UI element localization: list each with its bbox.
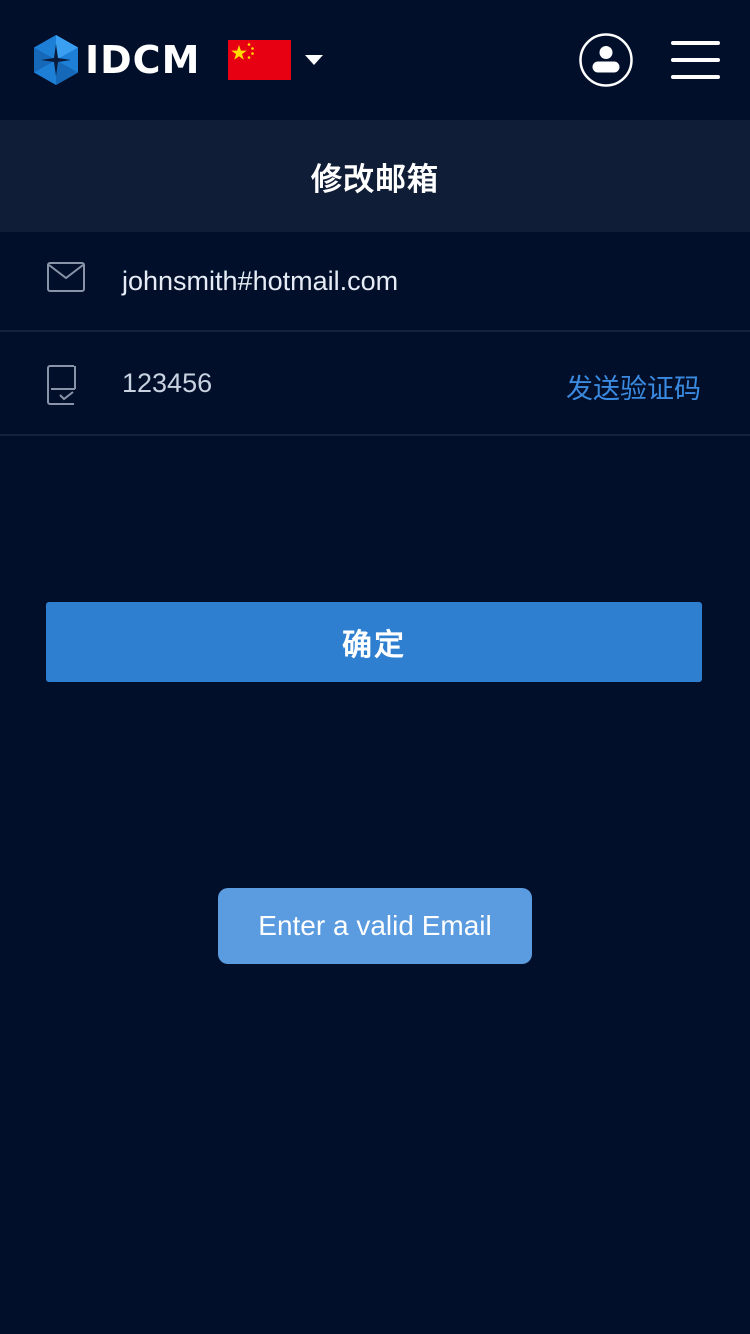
brand-name: IDCM: [85, 38, 201, 82]
user-circle-icon: [579, 33, 633, 87]
user-account-button[interactable]: [579, 33, 633, 87]
page-title-bar: 修改邮箱: [0, 120, 750, 232]
top-nav: IDCM: [0, 0, 750, 120]
envelope-icon: [47, 262, 85, 292]
verification-code-field[interactable]: 123456 发送验证码: [0, 332, 750, 436]
page-title: 修改邮箱: [311, 161, 439, 198]
toast-message: Enter a valid Email: [218, 888, 532, 964]
verification-code-value[interactable]: 123456: [122, 368, 212, 399]
main-menu-button[interactable]: [671, 41, 720, 79]
email-field[interactable]: johnsmith#hotmail.com: [0, 232, 750, 332]
hamburger-menu-icon: [671, 41, 720, 79]
confirm-button[interactable]: 确定: [46, 602, 702, 682]
caret-down-icon[interactable]: [305, 55, 323, 65]
verification-code-icon: [47, 365, 79, 405]
email-value[interactable]: johnsmith#hotmail.com: [122, 266, 398, 297]
china-flag-icon[interactable]: [228, 40, 291, 80]
send-code-button[interactable]: 发送验证码: [566, 367, 701, 406]
hexagon-logo-icon: [33, 34, 79, 86]
brand-logo[interactable]: IDCM: [33, 34, 200, 86]
change-email-page: IDCM 修改邮箱 johnsmith#hotmail.com 123456 发…: [0, 0, 750, 1334]
